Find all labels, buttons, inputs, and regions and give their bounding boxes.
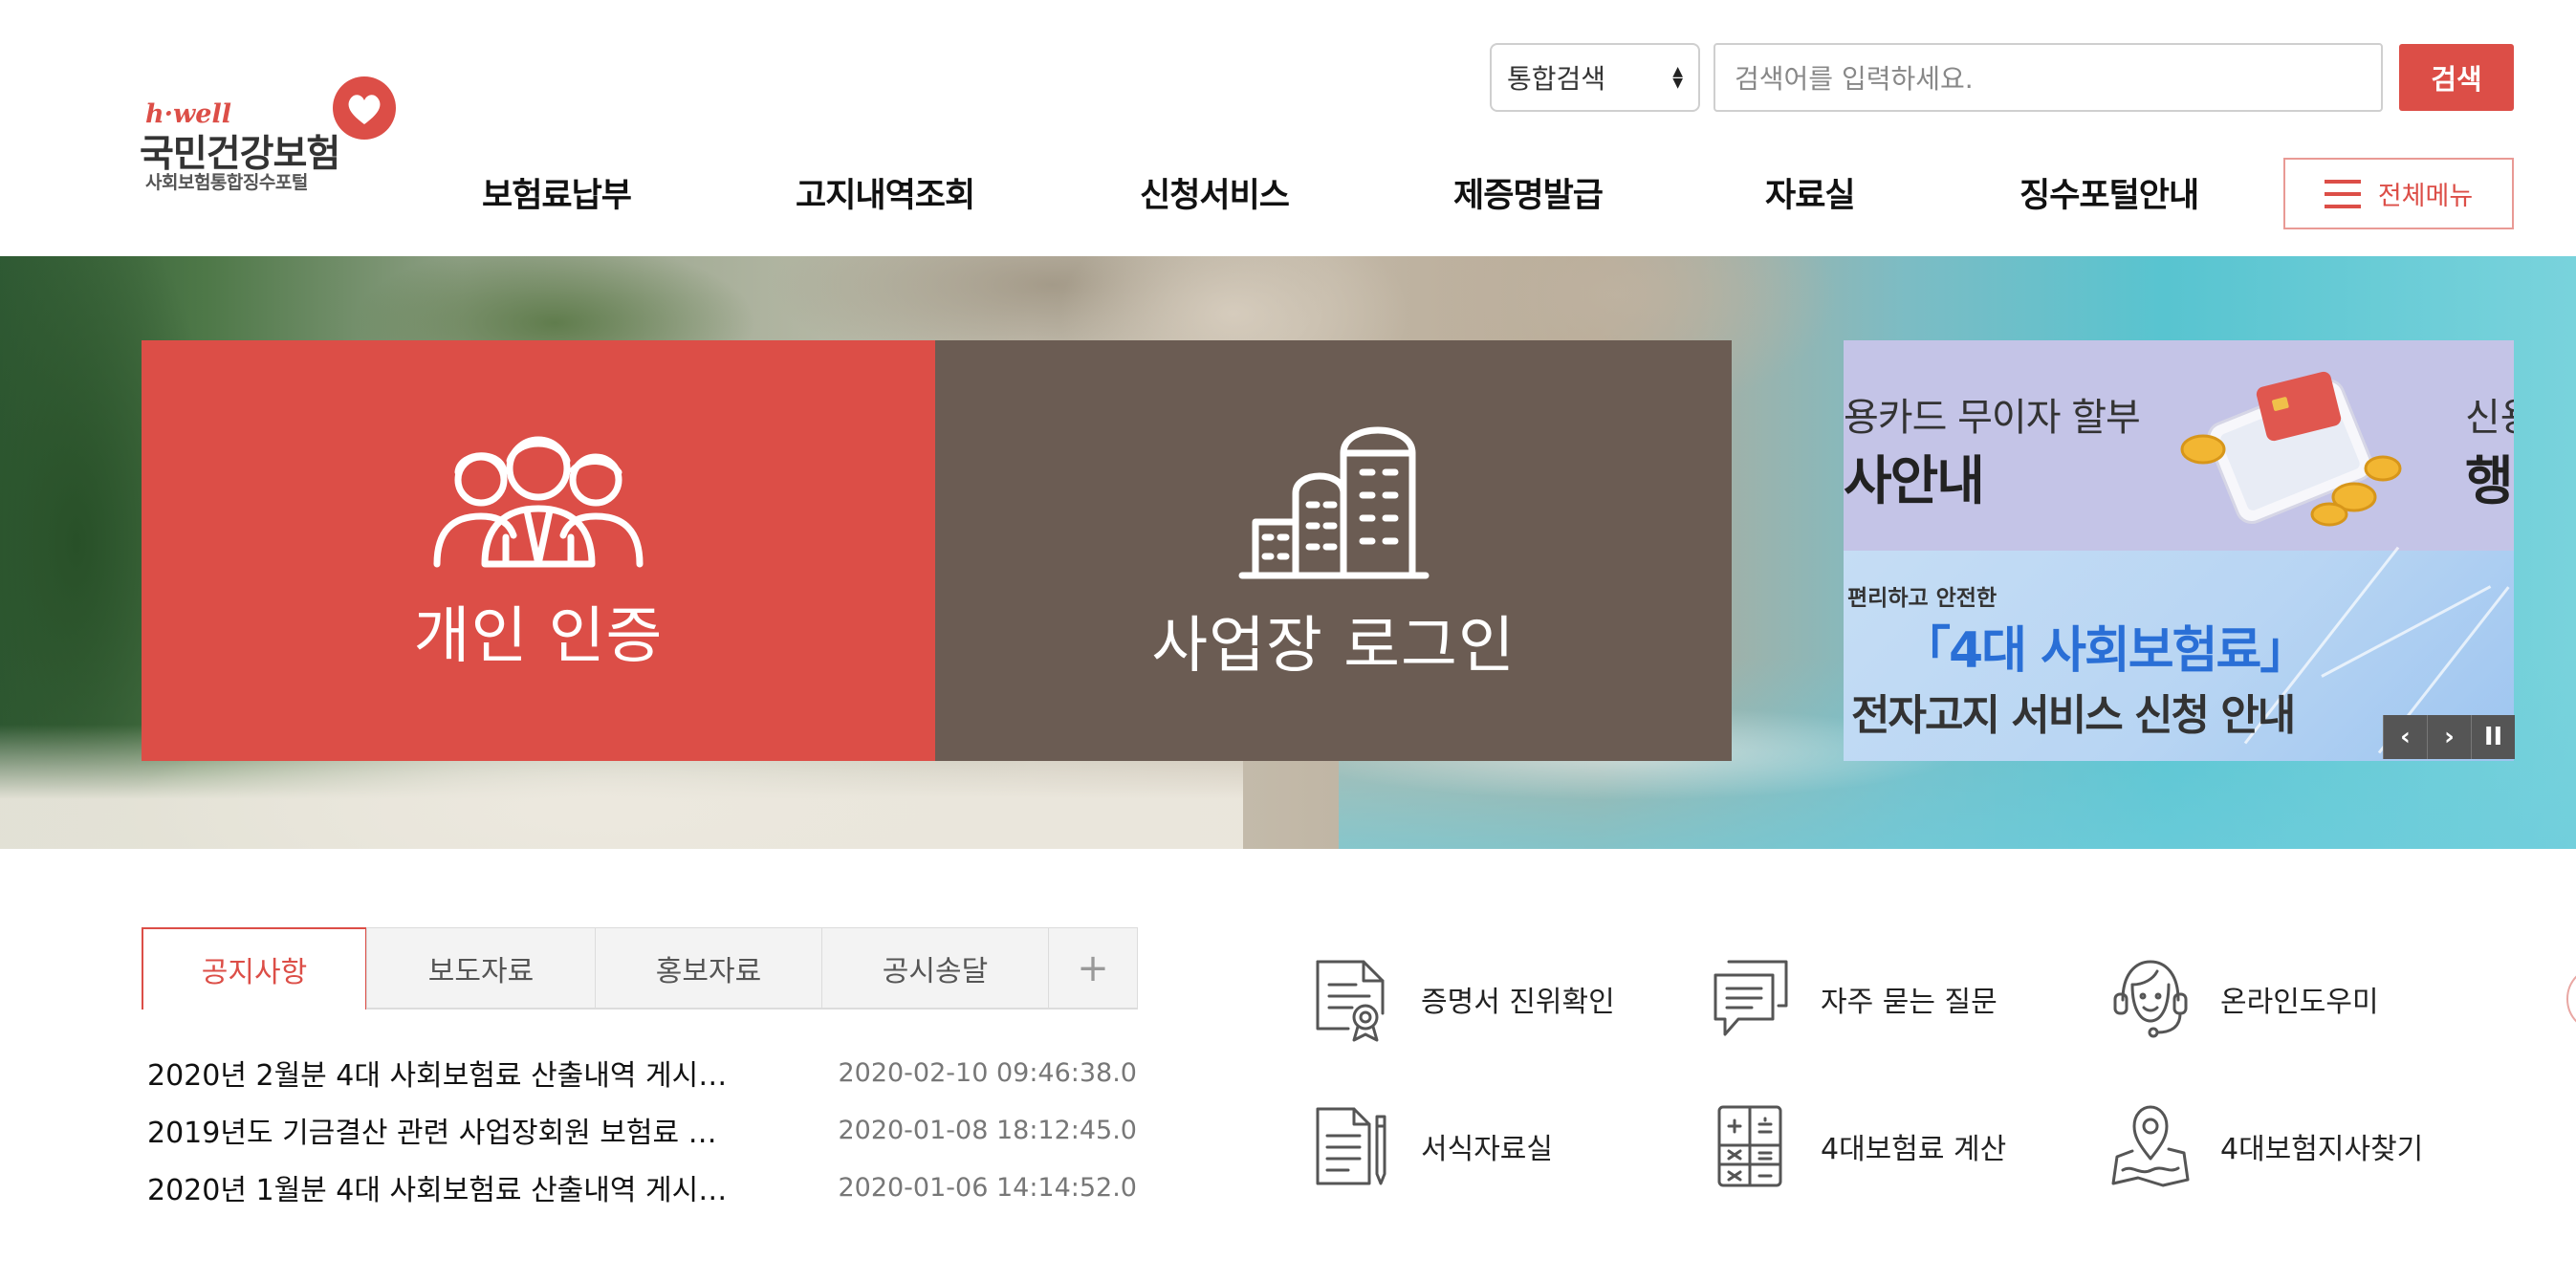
list-item[interactable]: 2019년도 기금결산 관련 사업장회원 보험료 … 2020-01-08 18…: [147, 1109, 1137, 1151]
banner-top-line3: 신용: [2465, 396, 2514, 440]
notice-title[interactable]: 2019년도 기금결산 관련 사업장회원 보험료 …: [147, 1109, 769, 1151]
document-pen-icon: [1316, 1107, 1386, 1185]
list-item[interactable]: 2020년 1월분 4대 사회보험료 산출내역 게시… 2020-01-06 1…: [147, 1166, 1137, 1208]
banner-next-button[interactable]: ›: [2427, 715, 2471, 759]
tab-notice[interactable]: 공지사항: [142, 927, 367, 1010]
quick-link-label: 서식자료실: [1421, 1133, 1553, 1166]
board-tabs: 공지사항 보도자료 홍보자료 공시송달 +: [142, 927, 1138, 1010]
tab-public-notice[interactable]: 공시송달: [821, 927, 1049, 1010]
notice-title[interactable]: 2020년 2월분 4대 사회보험료 산출내역 게시…: [147, 1052, 769, 1094]
quick-link-faq[interactable]: 자주 묻는 질문: [1710, 956, 1997, 1042]
tab-press[interactable]: 보도자료: [366, 927, 596, 1010]
quick-link-label: 4대보험료 계산: [1821, 1133, 2007, 1166]
site-logo[interactable]: h·well 국민건강보험 사회보험통합징수포털: [140, 71, 407, 195]
nav-item-payment[interactable]: 보험료납부: [482, 168, 632, 217]
quick-link-label: 온라인도우미: [2220, 986, 2379, 1019]
search-button[interactable]: 검색: [2399, 44, 2514, 111]
banner-stripe: [2321, 585, 2492, 678]
select-arrows-icon: ▲ ▼: [1672, 64, 1683, 91]
tab-promotion[interactable]: 홍보자료: [595, 927, 822, 1010]
banner-prev-button[interactable]: ‹: [2383, 715, 2427, 759]
banner-card-installment[interactable]: 용카드 무이자 할부 사안내 신용 행: [1844, 340, 2514, 551]
nav-item-certificates[interactable]: 제증명발급: [1453, 168, 1604, 217]
side-floating-button[interactable]: [2566, 966, 2576, 1032]
nav-item-application[interactable]: 신청서비스: [1140, 168, 1290, 217]
banner-top-line4: 행: [2465, 450, 2514, 511]
promo-banner[interactable]: 용카드 무이자 할부 사안내 신용 행 편리하고 안전한 「4대 사회보험료」 …: [1844, 340, 2514, 761]
personal-auth-label: 개인 인증: [413, 601, 664, 672]
calculator-icon: [1717, 1105, 1782, 1187]
nav-item-portal-guide[interactable]: 징수포털안내: [2019, 168, 2199, 217]
all-menu-button[interactable]: 전체메뉴: [2283, 158, 2514, 229]
banner-controls: ‹ › II: [2383, 715, 2515, 759]
quick-link-calculator[interactable]: 4대보험료 계산: [1710, 1103, 2006, 1189]
quick-link-forms[interactable]: 서식자료실: [1310, 1103, 1553, 1189]
search-input[interactable]: 검색어를 입력하세요.: [1714, 43, 2383, 112]
personal-auth-button[interactable]: 개인 인증: [142, 340, 935, 761]
business-login-button[interactable]: 사업장 로그인: [935, 340, 1732, 761]
search-scope-select[interactable]: 통합검색 ▲ ▼: [1490, 43, 1700, 112]
heart-logo-icon: [333, 76, 396, 140]
nav-item-billing-inquiry[interactable]: 고지내역조회: [796, 168, 975, 217]
banner-bottom-line1: 편리하고 안전한: [1847, 586, 1997, 611]
quick-link-label: 자주 묻는 질문: [1821, 986, 1997, 1019]
phone-card-coins-icon: [2180, 371, 2402, 527]
site-header: h·well 국민건강보험 사회보험통합징수포털 통합검색 ▲ ▼ 검색어를 입력…: [0, 0, 2576, 256]
all-menu-label: 전체메뉴: [2377, 182, 2474, 211]
list-item[interactable]: 2020년 2월분 4대 사회보험료 산출내역 게시… 2020-02-10 0…: [147, 1052, 1137, 1094]
search-scope-value: 통합검색: [1507, 63, 1606, 95]
faq-icon: [1714, 960, 1788, 1036]
notice-date: 2020-01-06 14:14:52.0: [838, 1172, 1137, 1203]
banner-bottom-line3: 전자고지 서비스 신청 안내: [1851, 691, 2296, 740]
people-icon: [433, 436, 644, 568]
quick-link-branch-finder[interactable]: 4대보험지사찾기: [2109, 1103, 2423, 1189]
quick-link-online-helper[interactable]: 온라인도우미: [2109, 956, 2379, 1042]
notice-date: 2020-02-10 09:46:38.0: [838, 1057, 1137, 1088]
nav-item-archive[interactable]: 자료실: [1765, 168, 1856, 217]
banner-top-line1: 용카드 무이자 할부: [1844, 396, 2141, 440]
map-pin-icon: [2111, 1105, 2190, 1187]
board-more-button[interactable]: +: [1048, 927, 1138, 1010]
notice-title[interactable]: 2020년 1월분 4대 사회보험료 산출내역 게시…: [147, 1166, 769, 1208]
logo-subtitle: 사회보험통합징수포털: [145, 172, 308, 193]
hamburger-icon: [2324, 179, 2361, 208]
buildings-icon: [1238, 426, 1429, 579]
quick-link-label: 4대보험지사찾기: [2220, 1133, 2424, 1166]
search-placeholder: 검색어를 입력하세요.: [1735, 63, 1974, 95]
quick-link-certificate-verify[interactable]: 증명서 진위확인: [1310, 956, 1615, 1042]
certificate-icon: [1316, 960, 1385, 1042]
quick-link-label: 증명서 진위확인: [1421, 986, 1615, 1019]
business-login-label: 사업장 로그인: [1151, 611, 1516, 682]
banner-top-line2: 사안내: [1844, 450, 1985, 511]
banner-bottom-line2: 「4대 사회보험료」: [1901, 622, 2309, 680]
banner-pause-button[interactable]: II: [2471, 715, 2515, 759]
notice-date: 2020-01-08 18:12:45.0: [838, 1115, 1137, 1145]
headset-icon: [2113, 960, 2188, 1038]
